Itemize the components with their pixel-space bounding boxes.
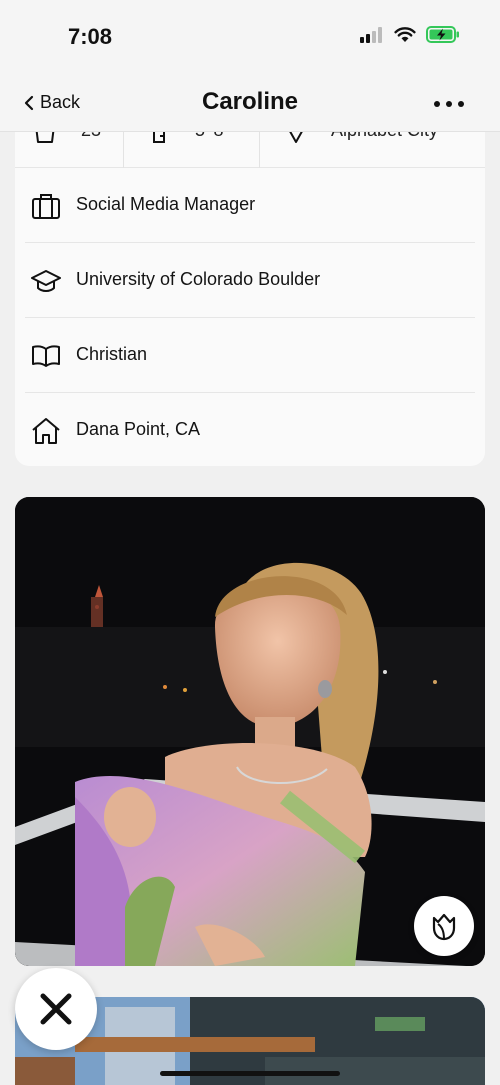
home-icon xyxy=(32,418,60,444)
nav-bar: Back Caroline xyxy=(0,76,500,132)
book-icon xyxy=(32,345,60,367)
detail-row-job: Social Media Manager xyxy=(25,168,475,243)
detail-row-school: University of Colorado Boulder xyxy=(25,243,475,318)
detail-job-label: Social Media Manager xyxy=(76,194,256,214)
chevron-left-icon xyxy=(24,95,34,110)
detail-hometown-label: Dana Point, CA xyxy=(76,419,201,439)
detail-religion-label: Christian xyxy=(76,344,148,364)
status-bar: 7:08 xyxy=(0,0,500,76)
signal-icon xyxy=(360,26,382,43)
vital-divider xyxy=(259,128,260,168)
detail-row-hometown: Dana Point, CA xyxy=(25,393,475,466)
back-label: Back xyxy=(40,92,81,112)
back-button[interactable]: Back xyxy=(24,92,80,113)
detail-row-religion: Christian xyxy=(25,318,475,393)
status-icons xyxy=(360,26,460,43)
home-indicator xyxy=(160,1071,340,1076)
profile-info-card: 23 5' 8" Alphabet City Social Media Mana xyxy=(15,110,485,466)
briefcase-icon xyxy=(32,194,60,219)
profile-photo-image xyxy=(15,497,485,966)
close-icon xyxy=(40,993,72,1025)
send-rose-button[interactable] xyxy=(414,896,474,956)
graduation-cap-icon xyxy=(31,270,61,292)
skip-button[interactable] xyxy=(15,968,97,1050)
vital-divider xyxy=(123,128,124,168)
profile-photo[interactable] xyxy=(15,497,485,966)
more-options-icon[interactable] xyxy=(434,92,464,116)
rose-icon xyxy=(432,913,456,941)
battery-charging-icon xyxy=(426,26,459,43)
status-time: 7:08 xyxy=(68,24,113,49)
detail-school-label: University of Colorado Boulder xyxy=(76,269,321,289)
wifi-icon xyxy=(394,26,416,42)
